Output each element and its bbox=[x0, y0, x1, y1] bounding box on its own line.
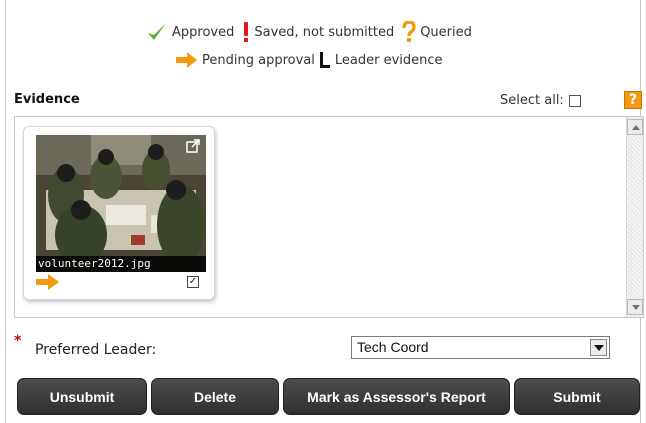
thumbnail-photo bbox=[36, 135, 206, 272]
required-marker: * bbox=[14, 333, 22, 349]
delete-button[interactable]: Delete bbox=[151, 378, 279, 415]
scroll-up-button[interactable] bbox=[627, 119, 643, 135]
evidence-tile[interactable]: volunteer2012.jpg ✓ bbox=[23, 126, 215, 300]
scroll-up-arrow-icon bbox=[632, 125, 640, 130]
queried-question-icon bbox=[402, 21, 416, 42]
legend-pending-label: Pending approval bbox=[202, 52, 315, 68]
scroll-down-button[interactable] bbox=[627, 299, 643, 315]
evidence-item-checkbox[interactable]: ✓ bbox=[187, 276, 199, 288]
vertical-scrollbar[interactable] bbox=[626, 117, 643, 317]
legend-approved-label: Approved bbox=[172, 24, 235, 40]
evidence-title: Evidence bbox=[14, 92, 80, 107]
mark-assessor-report-button[interactable]: Mark as Assessor's Report bbox=[283, 378, 510, 415]
pending-arrow-icon bbox=[176, 52, 197, 68]
unsubmit-button[interactable]: Unsubmit bbox=[17, 378, 147, 415]
leader-l-icon bbox=[319, 52, 330, 68]
preferred-leader-value: Tech Coord bbox=[357, 339, 429, 355]
evidence-filename: volunteer2012.jpg bbox=[36, 256, 206, 272]
legend-row-status: Approved Saved, not submitted Queried bbox=[146, 21, 472, 43]
preferred-leader-select[interactable]: Tech Coord bbox=[351, 336, 610, 359]
evidence-list: volunteer2012.jpg ✓ bbox=[14, 116, 644, 318]
legend-queried-label: Queried bbox=[420, 24, 472, 40]
select-all[interactable]: Select all: bbox=[500, 93, 581, 108]
evidence-thumbnail[interactable]: volunteer2012.jpg bbox=[36, 135, 206, 272]
approved-check-icon bbox=[148, 23, 166, 40]
dropdown-arrow-icon[interactable] bbox=[590, 339, 607, 356]
open-external-icon[interactable] bbox=[186, 139, 200, 153]
preferred-leader-label: Preferred Leader: bbox=[35, 342, 157, 358]
legend-leader-label: Leader evidence bbox=[334, 52, 443, 68]
legend-row-types: Pending approval Leader evidence bbox=[176, 51, 443, 69]
select-all-label: Select all: bbox=[500, 93, 564, 108]
scroll-down-arrow-icon bbox=[632, 305, 640, 310]
saved-exclamation-icon bbox=[244, 22, 249, 42]
pending-arrow-icon bbox=[36, 274, 59, 290]
select-all-checkbox[interactable] bbox=[568, 94, 581, 107]
help-icon[interactable]: ? bbox=[624, 91, 642, 109]
submit-button[interactable]: Submit bbox=[514, 378, 640, 415]
legend-saved-label: Saved, not submitted bbox=[254, 24, 395, 40]
